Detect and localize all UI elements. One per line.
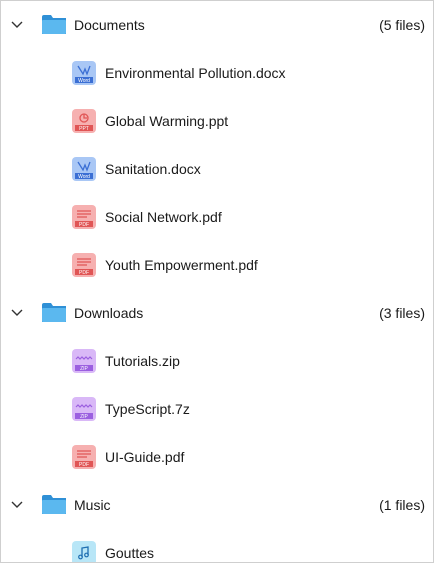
file-name: TypeScript.7z [105,401,190,417]
chevron-down-icon[interactable] [10,498,24,512]
file-name: Gouttes [105,545,155,561]
ppt-icon: PPT [72,109,96,133]
file-name: Sanitation.docx [105,161,201,177]
file-type-badge: PDF [79,462,89,468]
chevron-down-icon[interactable] [10,18,24,32]
file-name: Tutorials.zip [105,353,180,369]
folder-file-count: (1 files) [379,497,425,513]
folder-row-music[interactable]: Music (1 files) [1,481,433,529]
file-type-badge: ZIP [80,414,88,420]
folder-name: Downloads [74,305,144,321]
folder-row-documents[interactable]: Documents (5 files) [1,1,433,49]
folder-name: Documents [74,17,145,33]
pdf-icon: PDF [72,445,96,469]
folder-name: Music [74,497,111,513]
file-name: Environmental Pollution.docx [105,65,286,81]
file-type-badge: Word [78,78,90,84]
file-row[interactable]: PPT Global Warming.ppt [1,97,433,145]
folder-file-count: (5 files) [379,17,425,33]
file-type-badge: ZIP [80,366,88,372]
word-icon: Word [72,61,96,85]
file-name: Youth Empowerment.pdf [105,257,258,273]
file-name: Global Warming.ppt [105,113,229,129]
file-type-badge: PDF [79,222,89,228]
pdf-icon: PDF [72,253,96,277]
zip-icon: ZIP [72,349,96,373]
folder-row-downloads[interactable]: Downloads (3 files) [1,289,433,337]
file-row[interactable]: PDF UI-Guide.pdf [1,433,433,481]
file-type-badge: PPT [79,126,89,132]
file-name: UI-Guide.pdf [105,449,185,465]
zip-icon: ZIP [72,397,96,421]
music-note-icon [72,541,96,562]
file-row[interactable]: Word Sanitation.docx [1,145,433,193]
file-row[interactable]: ZIP Tutorials.zip [1,337,433,385]
chevron-down-icon[interactable] [10,306,24,320]
folder-icon [41,15,67,35]
file-row[interactable]: PDF Youth Empowerment.pdf [1,241,433,289]
file-type-badge: Word [78,174,90,180]
folder-icon [41,303,67,323]
word-icon: Word [72,157,96,181]
file-tree: Documents (5 files) Word Environmental P… [0,0,434,563]
pdf-icon: PDF [72,205,96,229]
file-row[interactable]: PDF Social Network.pdf [1,193,433,241]
file-name: Social Network.pdf [105,209,222,225]
folder-icon [41,495,67,515]
file-row[interactable]: Gouttes [1,529,433,562]
folder-file-count: (3 files) [379,305,425,321]
file-row[interactable]: Word Environmental Pollution.docx [1,49,433,97]
file-type-badge: PDF [79,270,89,276]
file-row[interactable]: ZIP TypeScript.7z [1,385,433,433]
